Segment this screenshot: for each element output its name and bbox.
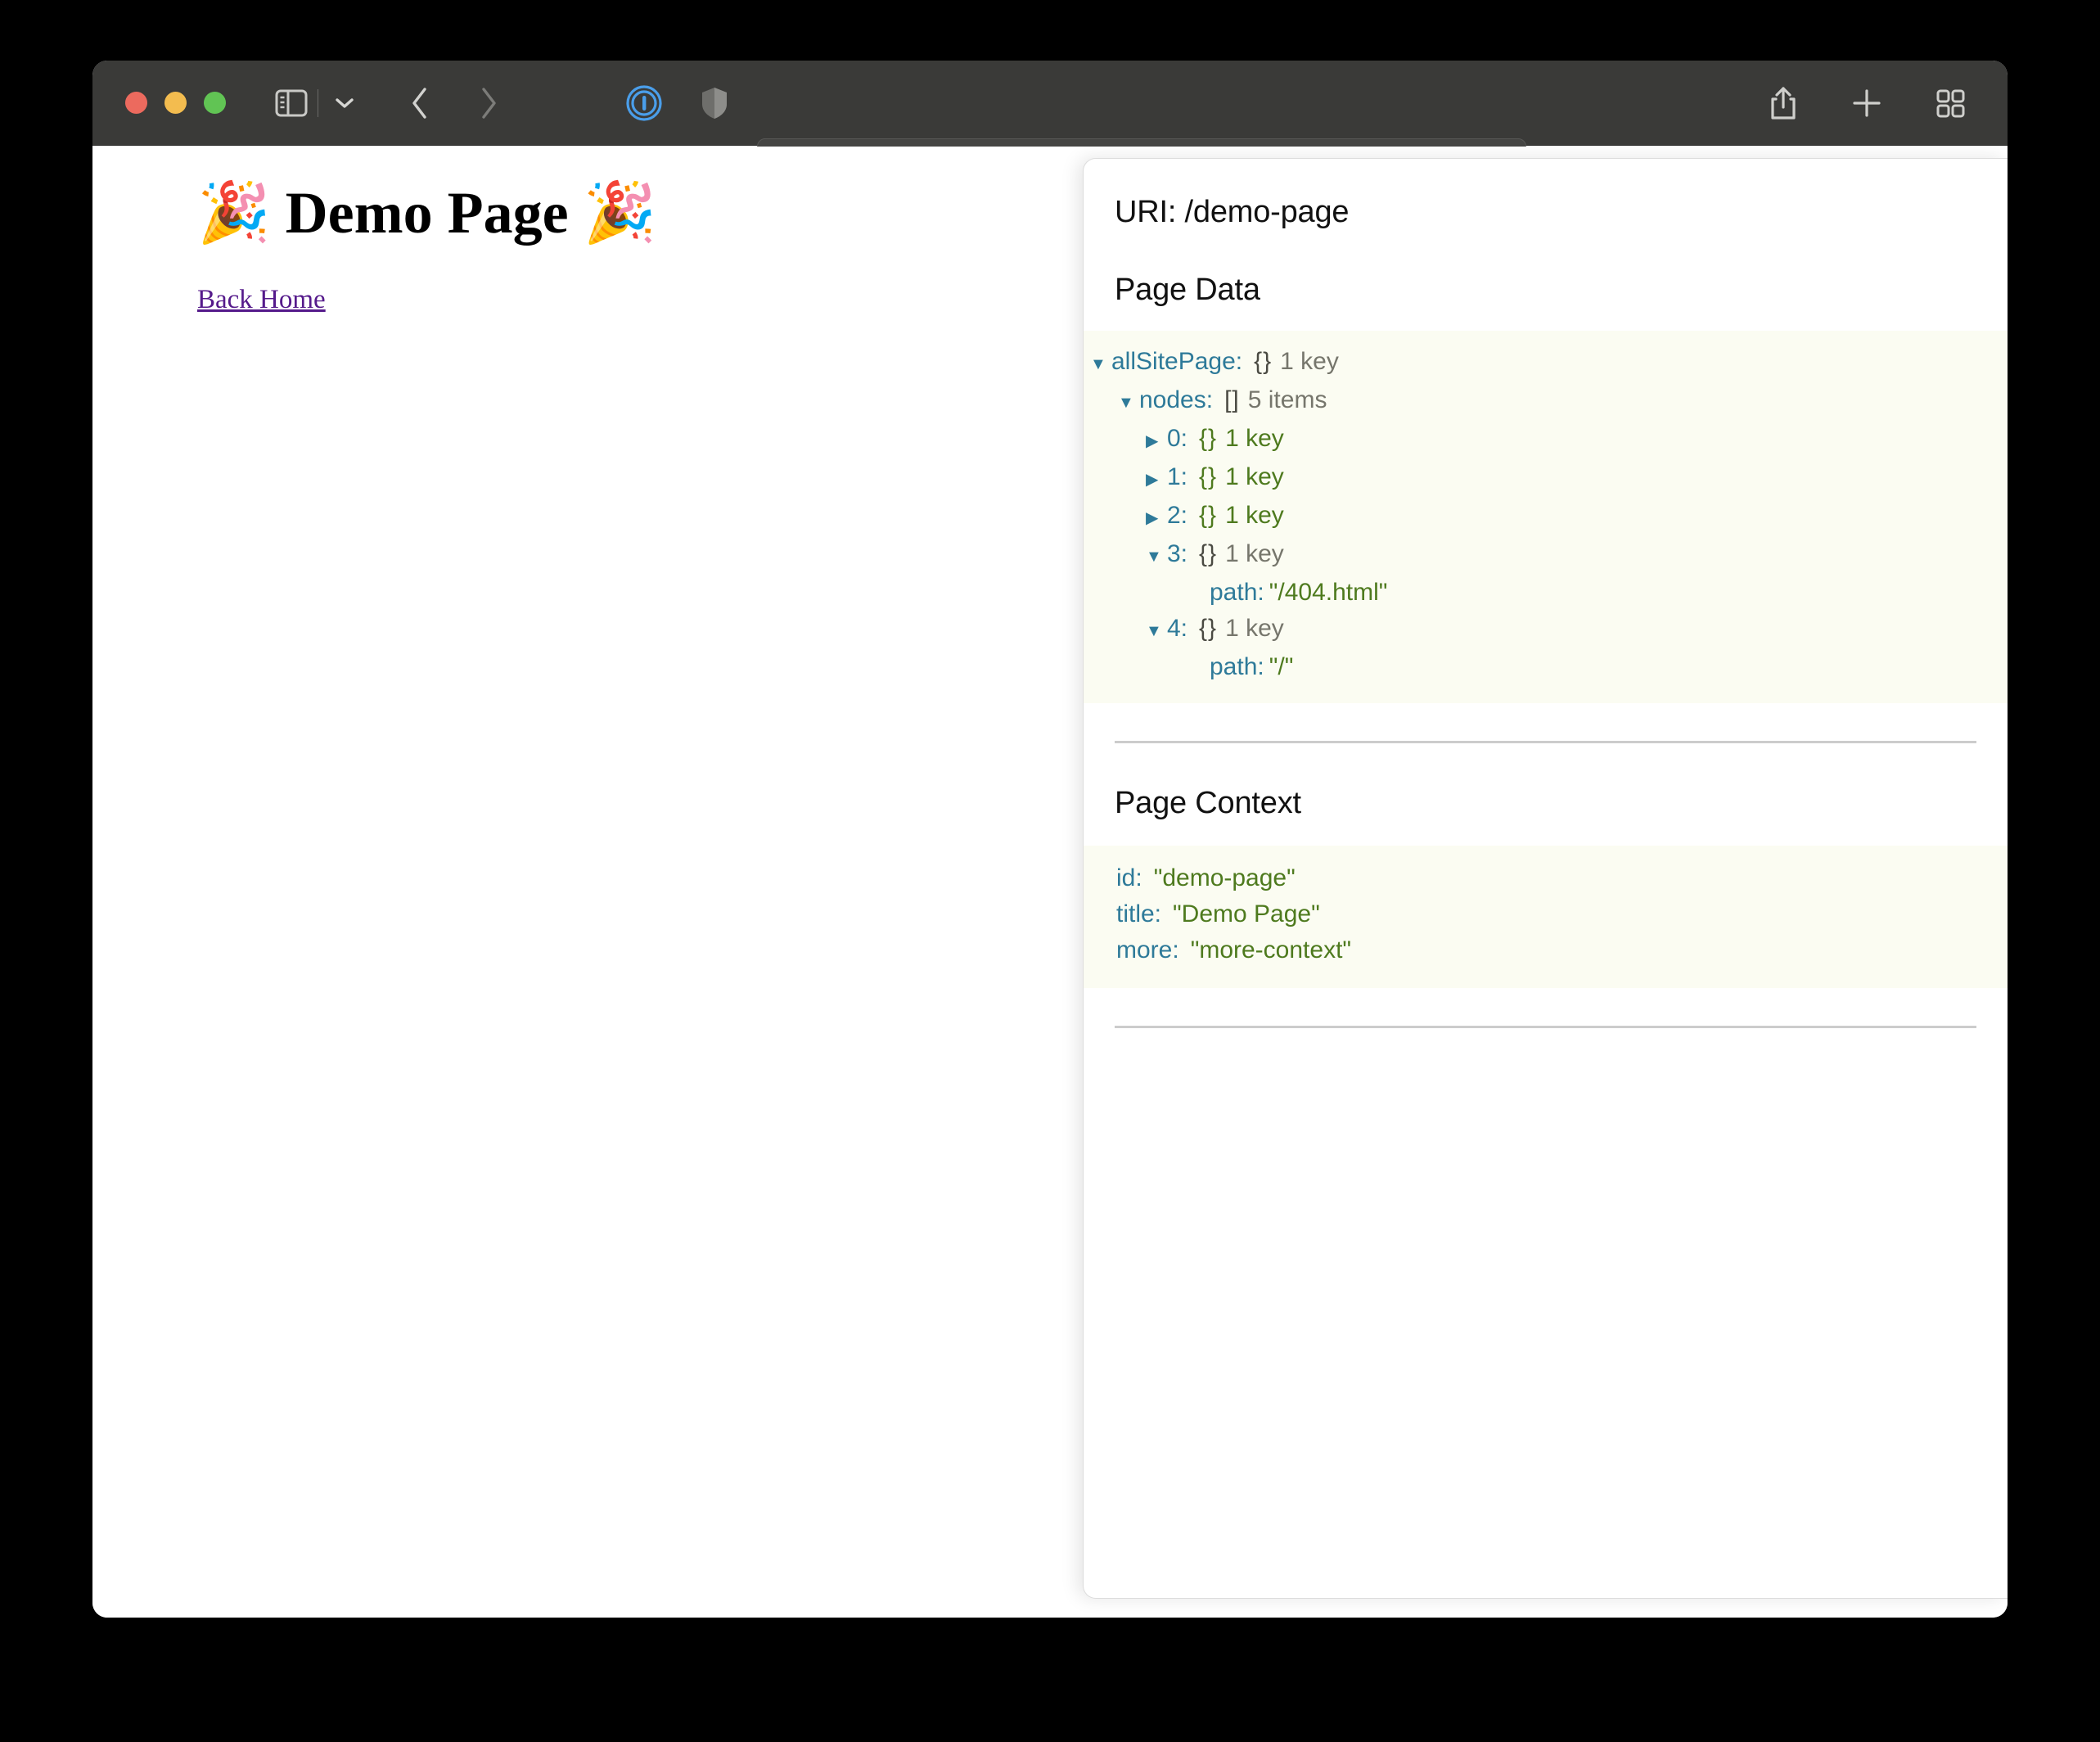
page-content: 🎉 Demo Page 🎉 Back Home — [197, 183, 1097, 315]
disclosure-open-icon[interactable]: ▼ — [1090, 346, 1111, 382]
json-key: nodes: — [1139, 382, 1213, 418]
json-type-brace: {} — [1199, 498, 1217, 534]
sidebar-toggle-icon — [275, 89, 308, 117]
browser-toolbar: localhost — [92, 61, 2008, 146]
json-tree-row[interactable]: ▶0: {}1 key — [1084, 421, 2008, 459]
page-title: 🎉 Demo Page 🎉 — [197, 183, 1097, 242]
page-context-row: more: "more-context" — [1084, 932, 2008, 968]
sidebar-toggle-group — [268, 80, 367, 126]
json-key: 2: — [1167, 498, 1187, 534]
json-key: title: — [1116, 896, 1161, 932]
forward-arrow-icon — [477, 85, 500, 121]
sidebar-dropdown-button[interactable] — [322, 80, 367, 126]
json-type-brace: [] — [1224, 382, 1240, 418]
inspector-panel-body: URI: /demo-page Page Data — [1084, 159, 2008, 308]
party-popper-icon-left: 🎉 — [197, 178, 271, 246]
json-key: allSitePage: — [1111, 344, 1242, 380]
toolbar-right-group — [1760, 80, 1973, 126]
page-data-heading: Page Data — [1115, 273, 1976, 308]
page-title-text: Demo Page — [286, 180, 569, 246]
json-count: 1 key — [1225, 498, 1284, 534]
back-arrow-icon — [408, 85, 431, 121]
inspector-panel: URI: /demo-page Page Data ▼allSitePage:{… — [1083, 158, 2008, 1599]
json-key: path: — [1210, 575, 1264, 611]
extensions-group — [621, 80, 737, 126]
disclosure-closed-icon[interactable]: ▶ — [1146, 423, 1167, 459]
json-tree-row[interactable]: ▶1: {}1 key — [1084, 459, 2008, 498]
json-tree-row[interactable]: ▼3: {}1 key — [1084, 536, 2008, 575]
page-viewport: 🎉 Demo Page 🎉 Back Home 🧰 URI: /demo-pag… — [92, 147, 2008, 1618]
json-key: more: — [1116, 932, 1179, 968]
json-key: id: — [1116, 860, 1142, 896]
section-divider-2 — [1115, 1026, 1976, 1028]
page-context-heading: Page Context — [1115, 786, 1976, 821]
minimize-button[interactable] — [164, 92, 187, 114]
json-tree-row[interactable]: ▶2: {}1 key — [1084, 498, 2008, 536]
disclosure-open-icon[interactable]: ▼ — [1118, 385, 1139, 421]
json-string-value: "demo-page" — [1154, 860, 1296, 896]
browser-window: localhost 🎉 Demo Page 🎉 Back Home 🧰 URI:… — [92, 61, 2008, 1618]
plus-icon — [1850, 86, 1884, 120]
json-tree-row: path:"/" — [1084, 649, 2008, 685]
json-count: 1 key — [1225, 459, 1284, 495]
json-tree-row[interactable]: ▼4: {}1 key — [1084, 611, 2008, 649]
json-type-brace: {} — [1199, 611, 1217, 647]
privacy-shield-icon — [700, 85, 729, 121]
json-string-value: "/" — [1269, 649, 1294, 685]
privacy-report-button[interactable] — [692, 80, 737, 126]
json-count: 1 key — [1225, 421, 1284, 457]
new-tab-button[interactable] — [1844, 80, 1890, 126]
json-count: 1 key — [1225, 536, 1284, 572]
forward-button[interactable] — [466, 80, 511, 126]
disclosure-closed-icon[interactable]: ▶ — [1146, 500, 1167, 536]
window-controls — [125, 92, 226, 114]
json-count: 1 key — [1225, 611, 1284, 647]
json-string-value: "/404.html" — [1269, 575, 1388, 611]
page-context-tree: id: "demo-page"title: "Demo Page"more: "mor… — [1084, 846, 2008, 988]
page-data-tree: ▼allSitePage:{}1 key▼nodes:[]5 items▶0:{… — [1084, 331, 2008, 703]
page-context-row: id: "demo-page" — [1084, 860, 2008, 896]
json-key: path: — [1210, 649, 1264, 685]
disclosure-open-icon[interactable]: ▼ — [1146, 539, 1167, 575]
page-context-row: title: "Demo Page" — [1084, 896, 2008, 932]
json-key: 1: — [1167, 459, 1187, 495]
close-button[interactable] — [125, 92, 147, 114]
json-type-brace: {} — [1199, 421, 1217, 457]
password-manager-button[interactable] — [621, 80, 667, 126]
json-key: 0: — [1167, 421, 1187, 457]
json-key: 3: — [1167, 536, 1187, 572]
chevron-down-icon — [333, 96, 356, 111]
json-tree-row[interactable]: ▼nodes: []5 items — [1084, 382, 2008, 421]
back-home-link[interactable]: Back Home — [197, 285, 326, 315]
tab-overview-button[interactable] — [1927, 80, 1973, 126]
share-button[interactable] — [1760, 80, 1806, 126]
share-icon — [1767, 84, 1800, 122]
json-key: 4: — [1167, 611, 1187, 647]
json-type-brace: {} — [1199, 459, 1217, 495]
inspector-uri: URI: /demo-page — [1115, 195, 1976, 230]
json-count: 1 key — [1280, 344, 1339, 380]
json-count: 5 items — [1248, 382, 1327, 418]
section-divider-1 — [1115, 741, 1976, 743]
maximize-button[interactable] — [204, 92, 226, 114]
1password-extension-icon — [625, 84, 663, 122]
json-type-brace: {} — [1199, 536, 1217, 572]
party-popper-icon-right: 🎉 — [584, 178, 657, 246]
back-button[interactable] — [397, 80, 443, 126]
disclosure-open-icon[interactable]: ▼ — [1146, 613, 1167, 649]
json-tree-row[interactable]: ▼allSitePage: {}1 key — [1084, 344, 2008, 382]
json-string-value: "more-context" — [1191, 932, 1351, 968]
json-tree-row: path:"/404.html" — [1084, 575, 2008, 611]
tab-overview-icon — [1934, 87, 1967, 120]
json-string-value: "Demo Page" — [1173, 896, 1320, 932]
sidebar-toggle-button[interactable] — [268, 80, 314, 126]
disclosure-closed-icon[interactable]: ▶ — [1146, 462, 1167, 498]
json-type-brace: {} — [1254, 344, 1272, 380]
